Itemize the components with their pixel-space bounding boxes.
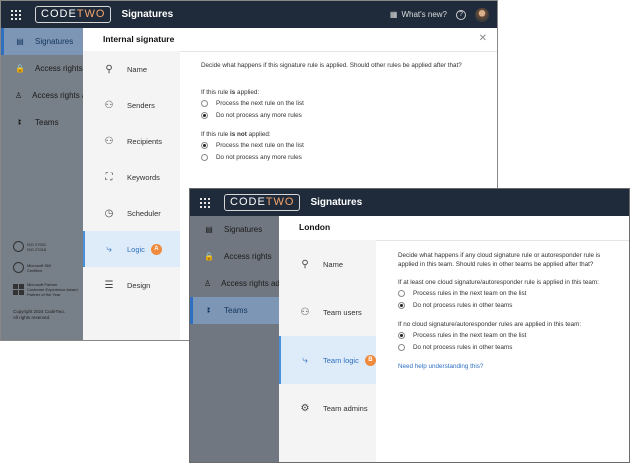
- team-users-icon: ⚇: [300, 306, 310, 318]
- app-launcher-icon[interactable]: [190, 189, 220, 216]
- certified-seal-icon: [13, 262, 24, 273]
- subnav-item-team-logic[interactable]: ⤷ Team logic B: [279, 336, 376, 384]
- applied-heading: If this rule is applied:: [201, 89, 260, 96]
- team-logic-content: Decide what happens if any cloud signatu…: [376, 240, 629, 462]
- radio-not-applied-process-next[interactable]: Process the next rule on the list: [201, 139, 497, 151]
- nav-item-access-rights[interactable]: 🔒 Access rights: [190, 243, 279, 270]
- logic-icon: ⤷: [106, 243, 112, 255]
- radio-button[interactable]: [201, 141, 208, 149]
- teams-icon: ꔪ: [18, 117, 22, 127]
- whats-new-button[interactable]: ▦ What's new?: [390, 10, 447, 19]
- panel-title: Internal signature: [103, 34, 175, 44]
- not-applied-heading: If this rule is not applied:: [201, 131, 271, 138]
- radio-button[interactable]: [398, 331, 405, 339]
- subnav-item-scheduler[interactable]: ◷ Scheduler: [83, 195, 180, 231]
- subnav-item-team-users[interactable]: ⚇ Team users: [279, 288, 376, 336]
- radio-not-applied-stop[interactable]: Do not process any more rules: [201, 151, 497, 163]
- team-settings-panel: London ⚲ Name ⚇ Team users ⤷ Team logic B ⚙ T…: [279, 216, 629, 462]
- radio-not-applied-process-next-team[interactable]: Process rules in the next team on the li…: [398, 329, 629, 341]
- radio-applied-stop-other-teams[interactable]: Do not process rules in other teams: [398, 299, 629, 311]
- codetwo-logo: CODETWO: [35, 6, 112, 23]
- recipients-icon: ⚇: [104, 135, 114, 147]
- subnav-item-name[interactable]: ⚲ Name: [83, 51, 180, 87]
- nav-item-access-rights-admins[interactable]: ♙ Access rights a: [1, 82, 86, 109]
- signpost-icon: ⚲: [301, 258, 309, 270]
- subnav-item-team-admins[interactable]: ⚙ Team admins: [279, 384, 376, 432]
- help-link[interactable]: Need help understanding this?: [398, 362, 629, 371]
- team-subnav: ⚲ Name ⚇ Team users ⤷ Team logic B ⚙ Team adm…: [279, 240, 376, 462]
- app-title: Signatures: [310, 197, 363, 208]
- keywords-icon: ⛶: [105, 171, 113, 183]
- applied-heading: If at least one cloud signature/autoresp…: [398, 279, 599, 286]
- callout-badge-b: B: [364, 354, 376, 366]
- clock-icon: ◷: [104, 207, 114, 219]
- iso-seal-icon: [13, 241, 24, 252]
- subnav-item-name[interactable]: ⚲ Name: [279, 240, 376, 288]
- microsoft-logo-icon: [13, 284, 24, 295]
- subnav-item-keywords[interactable]: ⛶ Keywords: [83, 159, 180, 195]
- radio-applied-stop[interactable]: Do not process any more rules: [201, 109, 497, 121]
- top-bar: CODETWO Signatures: [190, 189, 629, 216]
- app-title: Signatures: [121, 9, 174, 20]
- radio-button[interactable]: [398, 301, 405, 309]
- nav-item-signatures[interactable]: ▤ Signatures: [190, 216, 279, 243]
- radio-not-applied-stop-other-teams[interactable]: Do not process rules in other teams: [398, 341, 629, 353]
- not-applied-heading: If no cloud signature/autoresponder rule…: [398, 321, 582, 328]
- news-icon: ▦: [389, 10, 398, 19]
- radio-applied-process-next[interactable]: Process the next rule on the list: [201, 97, 497, 109]
- microsoft-partner-badge: Microsoft Partner Customer Experience Aw…: [13, 282, 78, 297]
- nav-item-access-rights[interactable]: 🔒 Access rights: [1, 55, 83, 82]
- help-icon[interactable]: ?: [456, 9, 466, 20]
- team-logic-intro: Decide what happens if any cloud signatu…: [398, 252, 601, 268]
- signpost-icon: ⚲: [105, 63, 113, 75]
- subnav-item-recipients[interactable]: ⚇ Recipients: [83, 123, 180, 159]
- teams-icon: ꔪ: [207, 305, 211, 315]
- rule-subnav: ⚲ Name ⚇ Senders ⚇ Recipients ⛶ Keywords ◷ Sc…: [83, 51, 180, 340]
- signatures-icon: ▤: [205, 225, 213, 234]
- person-icon: ♙: [15, 91, 23, 100]
- nav-item-access-rights-admins[interactable]: ♙ Access rights adr: [190, 270, 283, 297]
- nav-item-teams[interactable]: ꔪ Teams: [1, 109, 83, 136]
- radio-button[interactable]: [201, 111, 208, 119]
- subnav-item-design[interactable]: ☰ Design: [83, 267, 180, 303]
- left-navigation: ▤ Signatures 🔒 Access rights ♙ Access right…: [1, 28, 86, 340]
- lock-icon: 🔒: [15, 64, 25, 73]
- panel-title: London: [299, 222, 331, 232]
- copyright-text: Copyright 2024 CodeTwo. All rights reser…: [13, 309, 66, 320]
- person-icon: ♙: [204, 279, 212, 288]
- design-icon: ☰: [104, 279, 114, 291]
- microsoft-365-badge: Microsoft 365 Certified: [13, 262, 51, 273]
- radio-button[interactable]: [201, 99, 208, 107]
- radio-button[interactable]: [398, 343, 405, 351]
- team-admins-icon: ⚙: [300, 402, 310, 414]
- subnav-item-logic[interactable]: ⤷ Logic A: [83, 231, 180, 267]
- left-navigation: ▤ Signatures 🔒 Access rights ♙ Access right…: [190, 216, 283, 462]
- radio-applied-process-next-team[interactable]: Process rules in the next team on the li…: [398, 287, 629, 299]
- codetwo-logo: CODETWO: [224, 194, 301, 211]
- radio-button[interactable]: [201, 153, 208, 161]
- senders-icon: ⚇: [104, 99, 114, 111]
- logic-icon: ⤷: [302, 354, 308, 366]
- nav-item-teams[interactable]: ꔪ Teams: [190, 297, 279, 324]
- app-launcher-icon[interactable]: [1, 1, 31, 28]
- team-settings-window: CODETWO Signatures ▤ Signatures 🔒 Access r…: [189, 188, 630, 463]
- close-icon[interactable]: ✕: [479, 33, 487, 44]
- nav-item-signatures[interactable]: ▤ Signatures: [1, 28, 83, 55]
- avatar[interactable]: [475, 7, 489, 22]
- callout-badge-a: A: [150, 243, 162, 255]
- iso-badge: ISO 27001 ISO 27018: [13, 241, 46, 252]
- lock-icon: 🔒: [204, 252, 214, 261]
- logic-intro: Decide what happens if this signature ru…: [201, 62, 462, 69]
- signatures-icon: ▤: [16, 37, 24, 46]
- subnav-item-senders[interactable]: ⚇ Senders: [83, 87, 180, 123]
- top-bar: CODETWO Signatures ▦ What's new? ?: [1, 1, 497, 28]
- radio-button[interactable]: [398, 289, 405, 297]
